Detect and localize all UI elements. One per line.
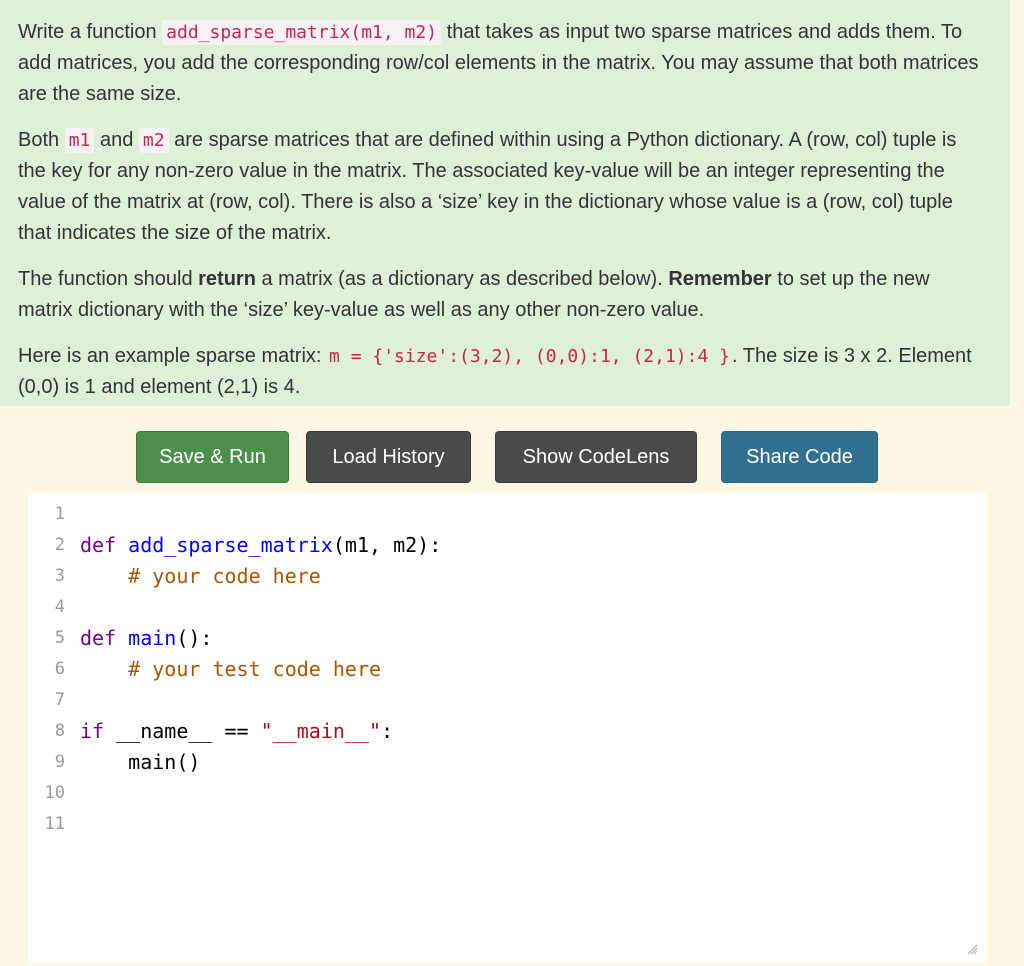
line-number: 7: [54, 690, 65, 710]
line-number-gutter: 1 2 3 4 5 6 7 8 9 10 11: [28, 493, 70, 963]
keyword: def: [80, 626, 117, 650]
question-paragraph-2: Both m1 and m2 are sparse matrices that …: [18, 125, 988, 249]
question-paragraph-1: Write a function add_sparse_matrix(m1, m…: [18, 17, 988, 110]
resize-handle-icon[interactable]: [966, 943, 978, 955]
example-matrix-code: m = {'size':(3,2), (0,0):1, (2,1):4 }: [329, 346, 730, 367]
m1-code: m1: [64, 128, 95, 153]
keyword: if: [80, 719, 105, 743]
code-line-2: def add_sparse_matrix(m1, m2):: [80, 530, 441, 561]
question-text: Here is an example sparse matrix:: [18, 345, 328, 367]
line-number: 2: [54, 535, 65, 555]
bold-remember: Remember: [668, 268, 772, 290]
function-name: add_sparse_matrix: [128, 533, 333, 557]
line-number: 5: [54, 628, 65, 648]
keyword: def: [80, 533, 117, 557]
line-number: 9: [54, 752, 65, 772]
code-line-8: if __name__ == "__main__":: [80, 716, 393, 747]
question-text: The function should: [18, 268, 199, 290]
question-text: Both: [18, 129, 65, 151]
code-string: "__main__": [260, 719, 382, 743]
line-number: 4: [54, 597, 65, 617]
code-editor[interactable]: 1 2 3 4 5 6 7 8 9 10 11 def add_sparse_m…: [28, 493, 986, 963]
code-line-3: # your code here: [80, 561, 321, 592]
question-paragraph-3: The function should return a matrix (as …: [18, 264, 988, 326]
code-text: main(): [80, 750, 201, 774]
question-panel: Write a function add_sparse_matrix(m1, m…: [0, 0, 1010, 406]
bold-return: return: [198, 268, 256, 290]
code-comment: # your code here: [128, 564, 321, 588]
show-codelens-button[interactable]: Show CodeLens: [495, 431, 697, 483]
line-number: 8: [54, 721, 65, 741]
share-code-button[interactable]: Share Code: [721, 431, 878, 483]
question-text: Write a function: [18, 21, 163, 43]
line-number: 6: [54, 659, 65, 679]
question-text: and: [94, 129, 139, 151]
code-line-5: def main():: [80, 623, 212, 654]
line-number: 11: [44, 814, 65, 834]
save-run-button[interactable]: Save & Run: [136, 431, 289, 483]
load-history-button[interactable]: Load History: [306, 431, 471, 483]
question-text: a matrix (as a dictionary as described b…: [255, 268, 669, 290]
function-signature-code: add_sparse_matrix(m1, m2): [162, 20, 442, 45]
m2-code: m2: [138, 128, 169, 153]
line-number: 10: [44, 783, 65, 803]
question-paragraph-4: Here is an example sparse matrix: m = {'…: [18, 341, 988, 403]
code-text: :: [381, 719, 394, 743]
code-comment: # your test code here: [128, 657, 382, 681]
code-text: __name__ ==: [104, 719, 261, 743]
toolbar: Save & Run Load History Show CodeLens Sh…: [0, 431, 1024, 485]
code-line-6: # your test code here: [80, 654, 381, 685]
line-number: 3: [54, 566, 65, 586]
code-text: ():: [176, 626, 213, 650]
function-name: main: [128, 626, 177, 650]
code-text: (m1, m2):: [332, 533, 442, 557]
code-line-9: main(): [80, 747, 200, 778]
line-number: 1: [54, 504, 65, 524]
